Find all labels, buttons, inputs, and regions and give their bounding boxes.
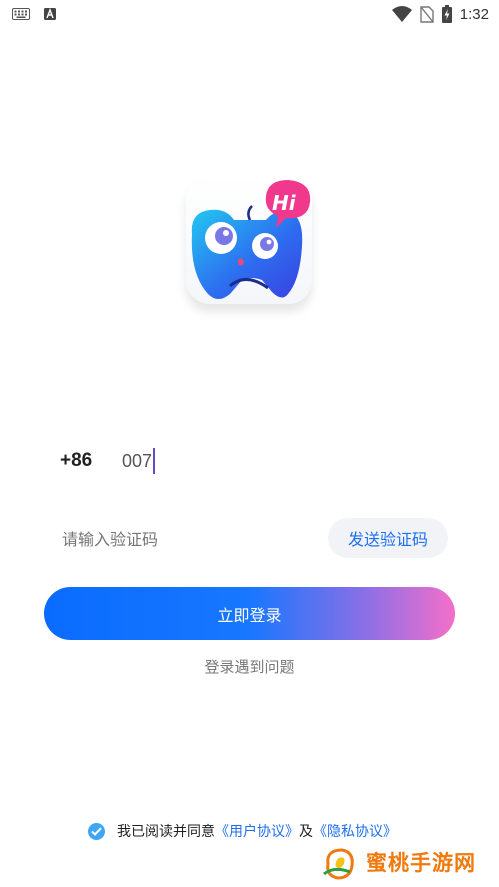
app-logo: Hi: [186, 176, 314, 308]
no-sim-icon: [420, 5, 434, 23]
phone-number-input[interactable]: 007: [122, 446, 422, 476]
wifi-icon: [391, 6, 412, 22]
agreement-checkbox[interactable]: [88, 822, 105, 840]
phone-number-value: 007: [122, 450, 153, 471]
status-time: 1:32: [459, 5, 489, 23]
status-bar: 1:32: [0, 0, 499, 30]
keyboard-icon: [12, 8, 30, 20]
login-help-link[interactable]: 登录遇到问题: [0, 656, 499, 677]
game-controller-mascot-icon: Hi: [191, 180, 311, 299]
verification-code-row: 发送验证码: [60, 518, 450, 560]
a-icon: [44, 8, 56, 20]
country-code-selector[interactable]: +86: [60, 450, 92, 472]
privacy-policy-link[interactable]: 《隐私协议》: [313, 821, 397, 841]
verification-code-input[interactable]: [62, 526, 302, 552]
user-agreement-link[interactable]: 《用户协议》: [215, 821, 299, 841]
logo-bubble-text: Hi: [272, 191, 297, 215]
watermark-text: 蜜桃手游网: [366, 851, 476, 875]
send-code-button[interactable]: 发送验证码: [328, 518, 448, 558]
agreement-prefix: 我已阅读并同意: [117, 824, 215, 840]
checkmark-icon: [91, 827, 102, 836]
phone-row: +86 007: [60, 444, 440, 478]
agreement-row: 我已阅读并同意 《用户协议》 及 《隐私协议》: [88, 820, 397, 842]
text-caret: [153, 448, 156, 474]
peach-logo-icon: [323, 848, 354, 880]
watermark: 蜜桃手游网: [320, 842, 490, 882]
battery-charging-icon: [441, 5, 452, 23]
agreement-and: 及: [299, 824, 313, 840]
login-button[interactable]: 立即登录: [44, 587, 455, 640]
